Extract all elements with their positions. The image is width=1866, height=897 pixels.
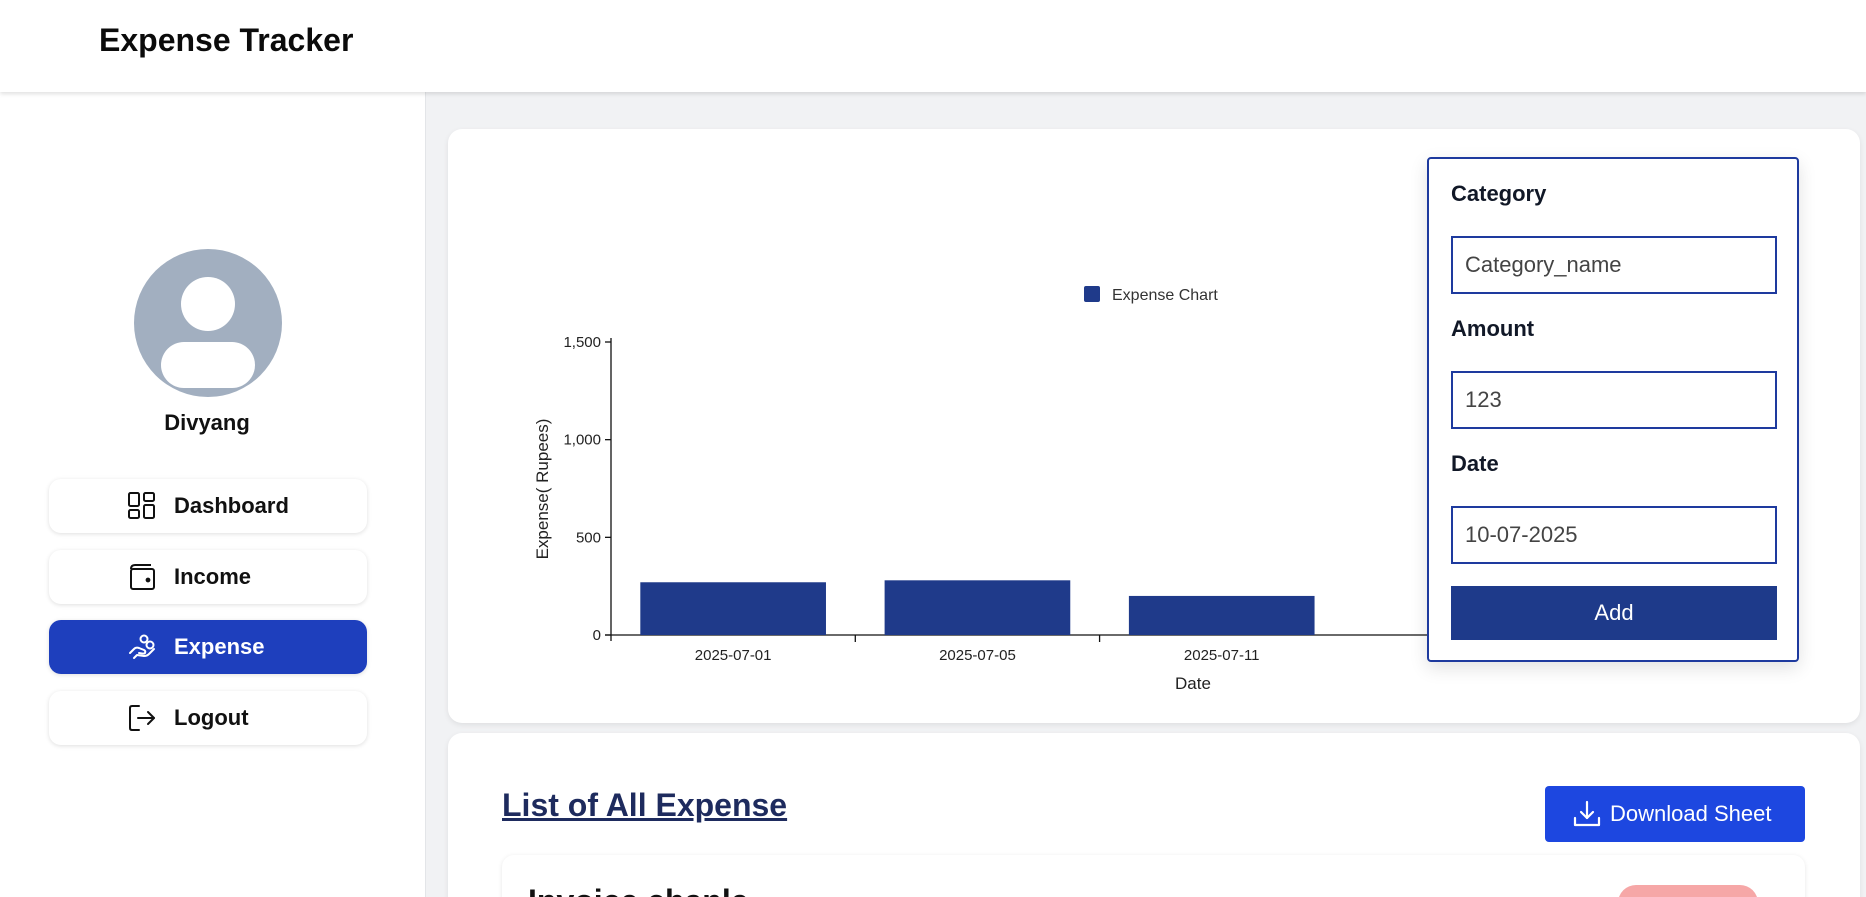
username: Divyang [164, 410, 250, 435]
y-tick-label: 1,500 [563, 334, 601, 351]
download-icon [1573, 800, 1601, 827]
x-tick-label: 2025-07-05 [939, 647, 1016, 664]
list-item-title: Invoice chanle [528, 883, 749, 897]
date-input[interactable] [1451, 506, 1777, 564]
hand-coins-icon [129, 634, 155, 659]
delete-badge[interactable] [1618, 885, 1758, 897]
logout-icon [129, 705, 155, 731]
sidebar-item-logout[interactable]: Logout [49, 691, 367, 745]
sidebar-item-label: Logout [174, 705, 249, 730]
expense-chart-card: Expense Chart 0 500 1,000 1,500 Expense( Rupe… [448, 129, 1860, 723]
list-item: Invoice chanle [502, 855, 1805, 897]
category-input[interactable] [1451, 236, 1777, 294]
x-tick-label: 2025-07-11 [1184, 647, 1260, 664]
y-tick-label: 500 [576, 529, 601, 546]
list-title: List of All Expense [502, 787, 788, 823]
app-title: Expense Tracker [99, 22, 354, 58]
download-sheet-button[interactable]: Download Sheet [1545, 786, 1805, 842]
dashboard-grid-icon [128, 492, 155, 519]
wallet-icon [130, 564, 155, 590]
x-tick-label: 2025-07-01 [695, 647, 772, 664]
sidebar: Divyang Dashboard Income Expense Logout [0, 92, 426, 897]
y-axis-label: Expense( Rupees) [533, 419, 552, 560]
sidebar-item-label: Dashboard [174, 493, 289, 518]
sidebar-item-income[interactable]: Income [49, 550, 367, 604]
avatar-body [161, 342, 255, 388]
bar [640, 582, 826, 635]
add-button[interactable]: Add [1451, 586, 1777, 640]
category-label: Category [1451, 181, 1547, 206]
bar [884, 580, 1071, 635]
bar [1128, 595, 1315, 635]
avatar [134, 249, 282, 397]
sidebar-item-expense[interactable]: Expense [49, 620, 367, 674]
sidebar-item-dashboard[interactable]: Dashboard [49, 479, 367, 533]
legend-label: Expense Chart [1112, 287, 1218, 304]
expense-list-card: List of All Expense Download Sheet Invoi… [448, 733, 1860, 897]
x-axis-label: Date [1175, 674, 1211, 693]
sidebar-item-label: Expense [174, 634, 265, 659]
y-tick-label: 1,000 [563, 432, 601, 449]
avatar-head [181, 277, 235, 331]
amount-input[interactable] [1451, 371, 1777, 429]
sidebar-item-label: Income [174, 564, 252, 589]
download-sheet-label: Download Sheet [1610, 801, 1772, 826]
amount-label: Amount [1451, 316, 1535, 341]
y-tick-label: 0 [593, 627, 601, 644]
legend-swatch [1084, 286, 1100, 302]
top-bar: Expense Tracker [0, 0, 1866, 92]
date-label: Date [1451, 451, 1499, 476]
add-expense-form: Category Amount Date Add [1427, 157, 1799, 662]
